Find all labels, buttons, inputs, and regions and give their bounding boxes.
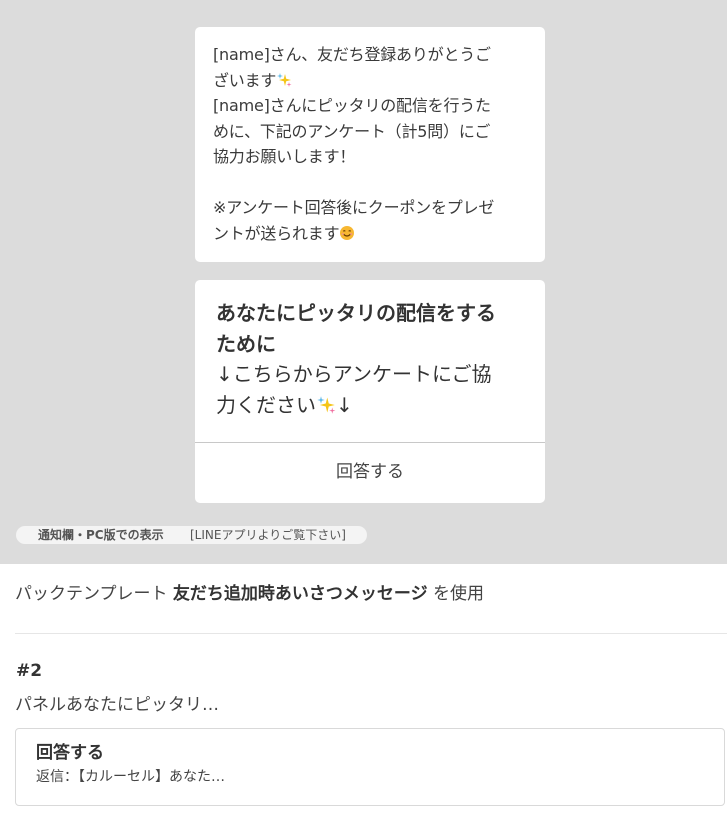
section-divider [15, 633, 727, 634]
survey-card: あなたにピッタリの配信をする ために ↓こちらからアンケートにご協 力ください ↓… [195, 280, 545, 503]
greeting-line: ざいます [213, 68, 531, 94]
template-name: 友だち追加時あいさつメッセージ [172, 584, 428, 604]
template-prefix: パックテンプレート [15, 584, 168, 604]
greeting-line: ントが送られます [213, 221, 531, 247]
action-detail: 返信：【カルーセル】あなた… [36, 769, 225, 785]
action-title: 回答する [36, 743, 104, 763]
notification-preview-bar: 通知欄・PC版での表示 [LINEアプリよりご覧下さい] [16, 526, 367, 544]
notification-label: 通知欄・PC版での表示 [38, 528, 164, 542]
answer-button[interactable]: 回答する [195, 443, 545, 503]
message-preview-area: [name]さん、友だち登録ありがとうご ざいます [name]さんにピッタリの… [0, 0, 727, 564]
item-summary: パネルあなたにピッタリ… [15, 695, 219, 715]
card-text-line: 力ください ↓ [216, 392, 353, 417]
greeting-message-bubble: [name]さん、友だち登録ありがとうご ざいます [name]さんにピッタリの… [195, 27, 545, 262]
card-title-line: あなたにピッタリの配信をする [216, 301, 496, 325]
card-body: あなたにピッタリの配信をする ために ↓こちらからアンケートにご協 力ください ↓ [195, 280, 545, 442]
template-usage-info: パックテンプレート 友だち追加時あいさつメッセージ を使用 [15, 581, 715, 607]
card-title-line: ために [216, 331, 276, 356]
sparkle-icon [317, 395, 336, 414]
greeting-line: ※アンケート回答後にクーポンをプレゼ [213, 198, 495, 217]
greeting-line: めに、下記のアンケート（計5問）にご [213, 121, 491, 141]
greeting-line: [name]さんにピッタリの配信を行うた [213, 96, 491, 115]
action-summary-box: 回答する 返信：【カルーセル】あなた… [15, 728, 725, 806]
sparkle-icon [277, 72, 292, 87]
card-text-line: ↓こちらからアンケートにご協 [216, 362, 492, 386]
greeting-line: 協力お願いします！ [213, 147, 356, 166]
greeting-line: [name]さん、友だち登録ありがとうご [213, 45, 491, 64]
item-number: #2 [16, 661, 43, 681]
smile-icon [340, 225, 355, 240]
template-suffix: を使用 [432, 584, 484, 604]
notification-text: [LINEアプリよりご覧下さい] [190, 528, 346, 542]
